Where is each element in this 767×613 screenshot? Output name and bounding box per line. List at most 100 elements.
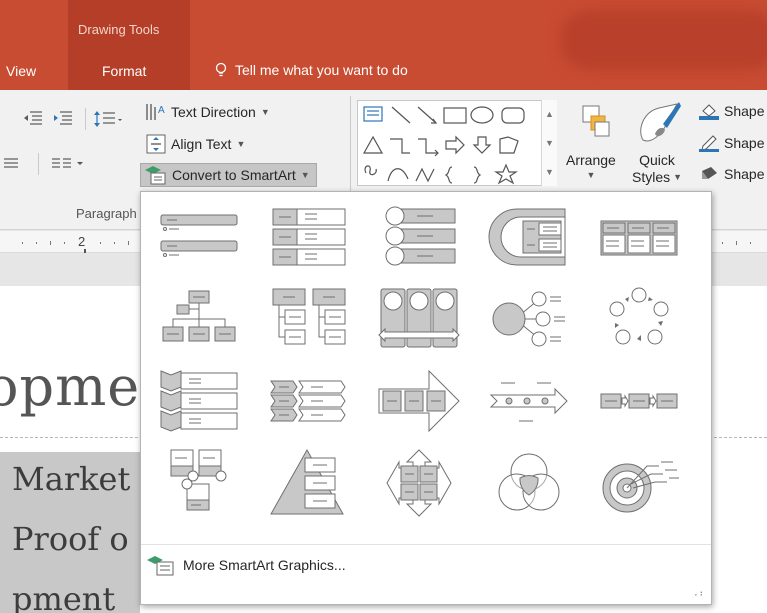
smartart-layout-vertical-bullet-list[interactable] <box>153 200 245 274</box>
chevron-down-icon: ▼ <box>300 170 310 180</box>
smartart-icon <box>147 556 174 576</box>
more-smartart-graphics-item[interactable]: More SmartArt Graphics... <box>145 554 346 576</box>
align-text-button[interactable]: Align Text ▼ <box>146 134 245 154</box>
chevron-down-icon: ▼ <box>586 170 596 180</box>
paragraph-group-label: Paragraph <box>76 206 137 221</box>
shapes-gallery[interactable] <box>357 100 557 186</box>
increase-indent-icon[interactable] <box>52 110 74 126</box>
lightbulb-icon <box>215 62 227 77</box>
align-text-label: Align Text <box>171 136 232 152</box>
smartart-layout-vertical-chevron-list[interactable] <box>153 364 245 438</box>
picture-list-icon <box>170 449 227 511</box>
paint-bucket-icon <box>699 104 719 120</box>
shape-outline-button[interactable]: Shape <box>699 134 764 152</box>
shape-fill-label: Shape <box>724 103 765 119</box>
align-left-icon[interactable] <box>4 156 20 172</box>
shape-fill-button[interactable]: Shape <box>699 102 764 120</box>
arrange-button[interactable]: Arrange ▼ <box>566 152 616 180</box>
smartart-layout-picture-list[interactable] <box>153 446 245 520</box>
stacked-list-icon <box>272 208 346 266</box>
smartart-layout-hierarchy-list[interactable] <box>263 282 355 356</box>
pyramid-list-icon <box>270 448 344 515</box>
smartart-layout-table-list[interactable] <box>593 200 685 274</box>
smartart-layout-arrow-process[interactable] <box>373 364 465 438</box>
smartart-dropdown: More SmartArt Graphics... ⠄⠆ <box>140 191 712 605</box>
scroll-down-icon[interactable]: ▼ <box>545 138 554 148</box>
menu-separator <box>141 544 711 545</box>
bullet-3: pment <box>12 580 116 613</box>
convert-to-smartart-label: Convert to SmartArt <box>172 167 296 183</box>
vertical-bullet-list-icon <box>160 214 238 257</box>
tell-me-search[interactable]: Tell me what you want to do <box>215 62 408 78</box>
quick-styles-label-2: Styles ▼ <box>632 169 682 185</box>
smartart-layout-basic-process[interactable] <box>593 364 685 438</box>
scroll-up-icon[interactable]: ▲ <box>545 109 554 119</box>
smartart-layout-stacked-list[interactable] <box>263 200 355 274</box>
text-direction-label: Text Direction <box>171 104 256 120</box>
decrease-indent-icon[interactable] <box>22 110 44 126</box>
shape-outline-label: Shape <box>724 135 765 151</box>
shape-effects-icon <box>702 167 717 179</box>
svg-text:A: A <box>158 105 165 116</box>
columns-icon[interactable] <box>52 156 86 172</box>
smartart-layout-radial-list[interactable] <box>483 282 575 356</box>
basic-cycle-icon <box>609 287 669 345</box>
quick-styles-label-1: Quick <box>639 152 675 168</box>
resize-grip-icon[interactable]: ⠄⠆ <box>694 588 706 599</box>
smartart-layout-pyramid-list[interactable] <box>263 446 355 520</box>
tab-view[interactable]: View <box>6 63 36 79</box>
bullet-1: Market <box>12 460 131 498</box>
ribbon-separator <box>85 108 86 130</box>
smartart-layout-timeline[interactable] <box>483 364 575 438</box>
tell-me-text: Tell me what you want to do <box>235 62 408 78</box>
shapes-gallery-grid <box>362 106 525 185</box>
timeline-icon <box>489 382 568 422</box>
smartart-icon <box>145 166 166 185</box>
align-text-icon <box>146 134 166 154</box>
smartart-layout-organization-chart[interactable] <box>153 282 245 356</box>
smartart-layout-chevron-list[interactable] <box>263 364 355 438</box>
nested-target-list-icon <box>488 208 566 266</box>
smartart-layout-nested-target-list[interactable] <box>483 200 575 274</box>
title-bar: Drawing Tools View Format Tell me what y… <box>0 0 767 90</box>
chevron-down-icon: ▼ <box>260 107 270 117</box>
text-direction-button[interactable]: A Text Direction ▼ <box>144 102 270 122</box>
shape-effects-label: Shape <box>724 166 765 182</box>
arrow-process-icon <box>378 369 460 433</box>
more-smartart-graphics-label: More SmartArt Graphics... <box>183 557 346 573</box>
table-list-icon <box>600 220 678 256</box>
venn-icon <box>498 453 560 511</box>
arrange-label: Arrange <box>566 152 616 168</box>
quick-styles-icon <box>640 102 681 142</box>
smartart-layout-venn[interactable] <box>483 446 575 520</box>
smartart-layout-circle-process[interactable] <box>373 282 465 356</box>
arrange-icon <box>582 105 610 137</box>
matrix-icon <box>386 449 452 517</box>
circle-process-icon <box>378 288 460 348</box>
chevron-down-icon: ▼ <box>236 139 246 149</box>
smartart-layout-vertical-circle-list[interactable] <box>373 200 465 274</box>
chevron-down-icon: ▼ <box>673 172 683 182</box>
basic-process-icon <box>600 393 678 409</box>
chevron-list-icon <box>270 380 346 422</box>
bullet-2: Proof o <box>12 520 129 558</box>
tab-format[interactable]: Format <box>102 63 146 79</box>
quick-styles-label-2-text: Styles <box>632 169 671 185</box>
text-direction-icon: A <box>146 104 165 120</box>
shapes-gallery-scroll[interactable]: ▲ ▼ ▼ <box>541 100 557 186</box>
convert-to-smartart-button[interactable]: Convert to SmartArt ▼ <box>140 163 317 187</box>
smartart-layout-target[interactable] <box>593 446 685 520</box>
drawing-tools-label: Drawing Tools <box>78 22 160 37</box>
ruler-mark-2: 2 <box>78 234 86 249</box>
gallery-expand-icon[interactable]: ▼ <box>545 167 554 177</box>
hierarchy-list-icon <box>272 288 346 345</box>
content-placeholder[interactable]: Market Proof o pment <box>0 452 140 613</box>
smartart-layout-matrix[interactable] <box>373 446 465 520</box>
quick-styles-button[interactable]: Quick Styles ▼ <box>632 152 682 185</box>
radial-list-icon <box>492 291 565 347</box>
shape-effects-button[interactable]: Shape <box>699 165 764 183</box>
smartart-layout-basic-cycle[interactable] <box>593 282 685 356</box>
target-icon <box>602 461 679 513</box>
title-bar-decoration <box>560 10 767 70</box>
line-spacing-icon[interactable] <box>93 110 123 128</box>
